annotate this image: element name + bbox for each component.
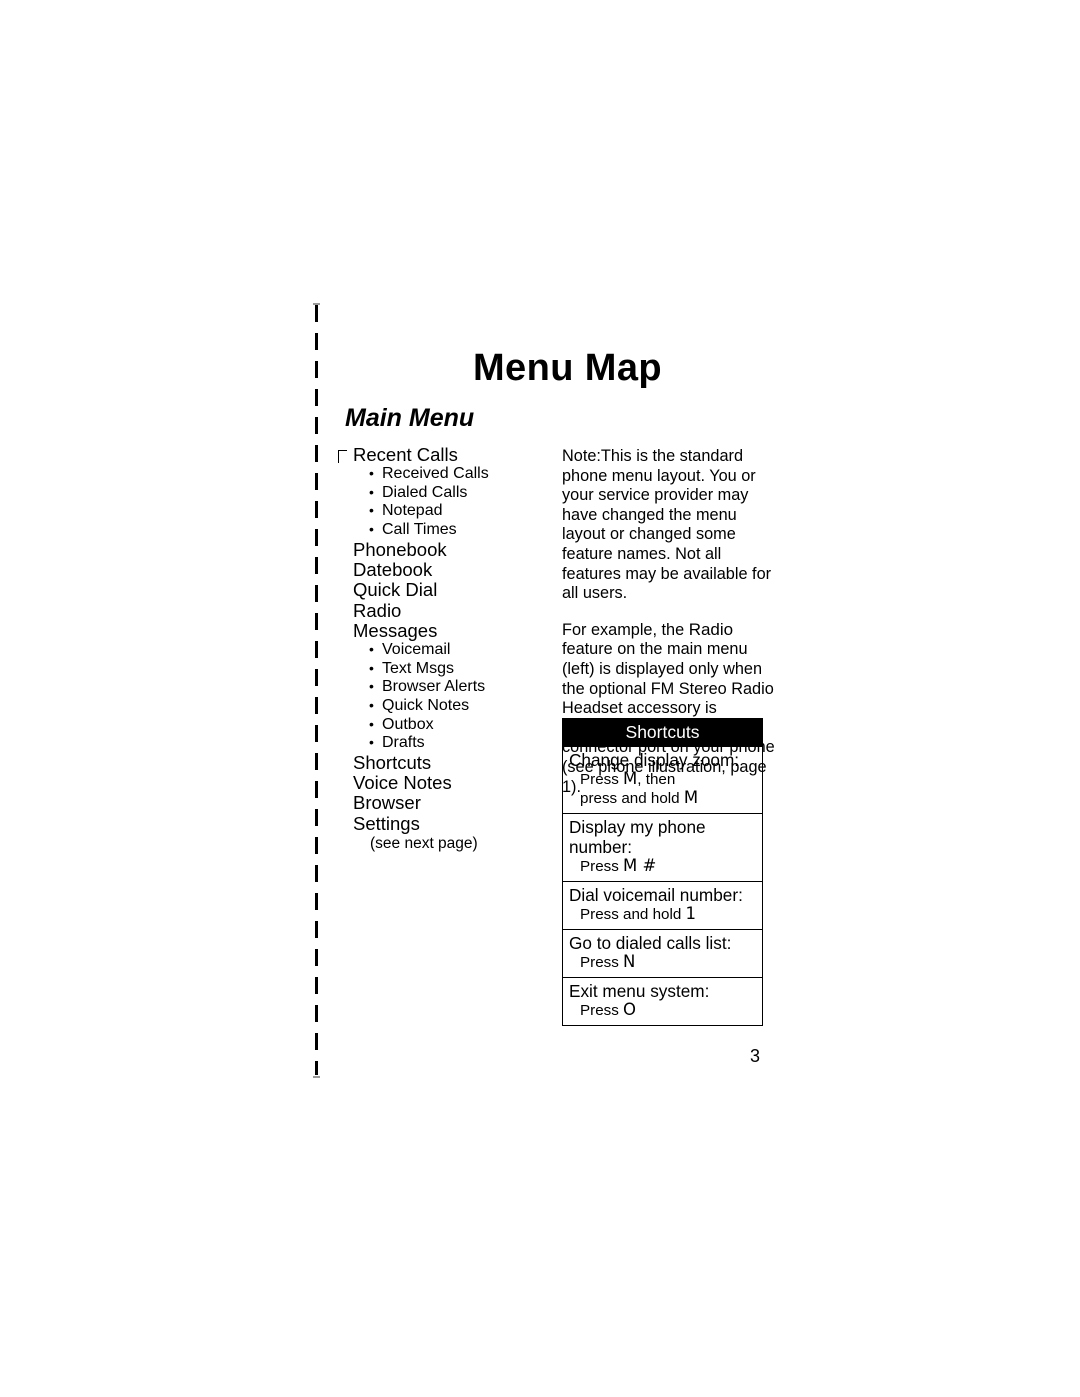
shortcut-key-glyph: O [623, 1000, 637, 1019]
margin-change-bar [315, 305, 318, 1075]
page-number: 3 [750, 1046, 761, 1066]
radio-keyword: Radio [688, 619, 734, 639]
shortcut-detail-prefix: press and hold [580, 790, 684, 807]
shortcut-detail-suffix: , then [637, 771, 676, 788]
shortcut-title: Change display zoom: [569, 750, 740, 770]
main-menu-tree: Recent CallsReceived CallsDialed CallsNo… [353, 444, 553, 853]
shortcut-detail-prefix: Press [580, 1002, 624, 1019]
submenu-item: Browser Alerts [353, 677, 553, 697]
shortcut-title: Go to dialed calls list: [569, 933, 732, 953]
shortcut-key-glyph: N [623, 952, 636, 971]
shortcut-detail-line: Press O [569, 1001, 756, 1020]
shortcut-detail-prefix: Press [580, 858, 624, 875]
shortcuts-table-header: Shortcuts [563, 719, 762, 747]
shortcut-detail-prefix: Press [580, 954, 624, 971]
shortcut-key-glyph: M [683, 788, 699, 807]
shortcuts-rows: Change display zoom: Press M, then press a… [563, 747, 762, 1025]
shortcut-key-glyph: 1 [685, 904, 697, 923]
submenu-item: Outbox [353, 715, 553, 735]
submenu-item: Call Times [353, 520, 553, 540]
submenu-item: Voicemail [353, 640, 553, 660]
shortcuts-table: Shortcuts Change display zoom: Press M, t… [562, 718, 763, 1026]
shortcut-title: Display my phone number: [569, 817, 706, 857]
shortcut-title: Exit menu system: [569, 981, 710, 1001]
menu-item: Voice Notes [353, 772, 452, 794]
shortcut-key-glyph: M [623, 769, 638, 788]
menu-item: Quick Dial [353, 579, 438, 601]
submenu-item: Drafts [353, 733, 553, 753]
submenu-item: Notepad [353, 502, 553, 521]
page-title: Menu Map [473, 347, 662, 389]
manual-page: Menu Map Main Menu Recent CallsReceived … [0, 0, 1080, 1397]
submenu-item: Quick Notes [353, 696, 553, 716]
note-label: Note: [562, 447, 601, 465]
note-paragraph-2-pre: For example, the [562, 620, 689, 639]
note-paragraph-1: Note:This is the standard phone menu lay… [562, 447, 777, 604]
shortcut-detail-line: press and hold M [569, 789, 756, 808]
menu-tree-bracket [338, 450, 347, 463]
submenu-list: VoicemailText MsgsBrowser AlertsQuick No… [353, 640, 553, 753]
submenu-item: Dialed Calls [353, 483, 553, 503]
shortcut-detail-line: Press and hold 1 [569, 905, 756, 924]
see-next-page-note: (see next page) [370, 834, 478, 852]
shortcut-key-glyph: M # [623, 856, 657, 875]
section-heading: Main Menu [345, 404, 475, 432]
menu-item: Browser [353, 792, 421, 814]
shortcut-detail-line: Press M, then [569, 770, 756, 789]
submenu-item: Text Msgs [353, 659, 553, 679]
shortcut-detail-prefix: Press [580, 771, 624, 788]
menu-item: Recent Calls [353, 444, 458, 465]
menu-item: Datebook [353, 558, 433, 580]
shortcut-row: Dial voicemail number: Press and hold 1 [563, 881, 762, 929]
shortcut-title: Dial voicemail number: [569, 885, 743, 905]
shortcut-row: Exit menu system: Press O [563, 977, 762, 1025]
submenu-list: Received CallsDialed CallsNotepadCall Ti… [353, 464, 553, 540]
menu-item: Messages [353, 619, 438, 641]
shortcut-detail-line: Press N [569, 953, 756, 972]
submenu-item: Received Calls [353, 464, 553, 484]
menu-item: Shortcuts [353, 751, 432, 773]
shortcut-detail-line: Press M # [569, 857, 756, 876]
shortcut-row: Change display zoom: Press M, then press a… [563, 747, 762, 813]
shortcut-detail-prefix: Press and hold [580, 906, 686, 923]
shortcut-row: Go to dialed calls list: Press N [563, 929, 762, 977]
note-paragraph-1-text: This is the standard phone menu layout. … [562, 447, 772, 603]
margin-rule-bottom-tick [313, 1076, 320, 1078]
menu-item: Settings [353, 812, 420, 834]
shortcut-row: Display my phone number: Press M # [563, 813, 762, 881]
menu-item: Radio [353, 599, 402, 621]
menu-item: Phonebook [353, 538, 447, 560]
